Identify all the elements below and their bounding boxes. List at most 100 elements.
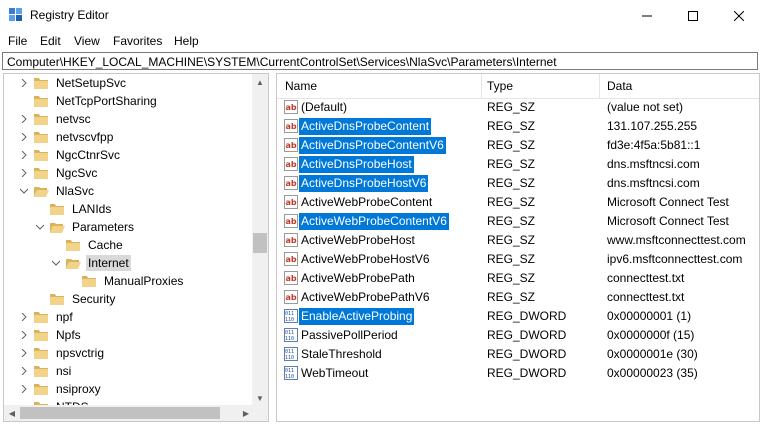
menu-help[interactable]: Help	[174, 34, 199, 48]
tree-vertical-scrollbar[interactable]: ▲ ▼	[252, 74, 268, 406]
value-row[interactable]: 011 110 WebTimeout REG_DWORD 0x00000023 (35)	[277, 364, 759, 383]
tree-vertical-thumb[interactable]	[253, 233, 267, 253]
string-value-icon: ab	[284, 290, 298, 304]
tree-item[interactable]: nsiproxy	[18, 380, 103, 398]
value-name: ActiveDnsProbeContent	[299, 118, 432, 135]
maximize-button[interactable]	[670, 0, 716, 31]
value-row[interactable]: ab ActiveWebProbePath REG_SZ connecttest.tx…	[277, 269, 759, 288]
tree-item[interactable]: npsvctrig	[18, 344, 106, 362]
chevron-right-icon[interactable]	[18, 344, 30, 362]
value-type: REG_SZ	[487, 176, 536, 190]
tree-item-label: NetSetupSvc	[56, 76, 127, 90]
column-type-header[interactable]: Type	[487, 79, 513, 93]
menu-favorites[interactable]: Favorites	[113, 34, 162, 48]
value-row[interactable]: ab ActiveWebProbeContentV6 REG_SZ Microsoft…	[277, 212, 759, 231]
tree-item[interactable]: npf	[18, 308, 75, 326]
title-bar: Registry Editor	[0, 0, 762, 31]
tree-item-label: LANIds	[72, 202, 112, 216]
scroll-up-icon[interactable]: ▲	[252, 74, 268, 90]
close-button[interactable]	[716, 0, 762, 31]
menu-edit[interactable]: Edit	[40, 34, 61, 48]
value-name: ActiveWebProbeContent	[301, 195, 433, 209]
string-value-icon: ab	[284, 100, 298, 114]
string-value-icon: ab	[284, 138, 298, 152]
tree-horizontal-scrollbar[interactable]: ◀ ▶	[4, 405, 254, 421]
value-row[interactable]: ab ActiveWebProbePathV6 REG_SZ connecttest.…	[277, 288, 759, 307]
registry-editor-icon	[9, 8, 22, 21]
tree-item[interactable]: NgcCtnrSvc	[18, 146, 122, 164]
tree-item-label: Npfs	[56, 328, 81, 342]
value-row[interactable]: ab ActiveWebProbeContent REG_SZ Microsoft C…	[277, 193, 759, 212]
tree-item[interactable]: Parameters	[34, 218, 136, 236]
value-row[interactable]: 011 110 EnableActiveProbing REG_DWORD 0x0000…	[277, 307, 759, 326]
tree-item[interactable]: NetSetupSvc	[18, 74, 128, 92]
scroll-left-icon[interactable]: ◀	[4, 405, 20, 421]
tree-item[interactable]: Internet	[50, 254, 131, 272]
value-type: REG_SZ	[487, 233, 536, 247]
chevron-right-icon[interactable]	[18, 164, 30, 182]
tree-item[interactable]: NgcSvc	[18, 164, 99, 182]
chevron-right-icon[interactable]	[18, 74, 30, 92]
value-row[interactable]: 011 110 StaleThreshold REG_DWORD 0x0000001e …	[277, 345, 759, 364]
menu-file[interactable]: File	[8, 34, 27, 48]
svg-text:ab: ab	[286, 179, 297, 188]
tree-item[interactable]: netvscvfpp	[18, 128, 115, 146]
tree-item[interactable]: Npfs	[18, 326, 83, 344]
value-row[interactable]: ab ActiveDnsProbeContentV6 REG_SZ fd3e:4f5a…	[277, 136, 759, 155]
value-row[interactable]: ab ActiveDnsProbeHost REG_SZ dns.msftncsi.c…	[277, 155, 759, 174]
value-row[interactable]: ab ActiveWebProbeHostV6 REG_SZ ipv6.msftcon…	[277, 250, 759, 269]
folder-icon	[82, 275, 96, 287]
column-name-header[interactable]: Name	[285, 79, 317, 93]
column-divider[interactable]	[481, 74, 482, 98]
value-data: Microsoft Connect Test	[607, 195, 729, 209]
value-row[interactable]: ab ActiveDnsProbeContent REG_SZ 131.107.255…	[277, 117, 759, 136]
svg-text:ab: ab	[286, 217, 297, 226]
string-value-icon: ab	[284, 176, 298, 190]
address-bar[interactable]: Computer\HKEY_LOCAL_MACHINE\SYSTEM\Curre…	[2, 52, 758, 70]
value-type: REG_SZ	[487, 119, 536, 133]
chevron-right-icon[interactable]	[18, 362, 30, 380]
value-data: dns.msftncsi.com	[607, 176, 700, 190]
tree-item-label: NgcCtnrSvc	[56, 148, 121, 162]
tree-item[interactable]: NlaSvc	[18, 182, 96, 200]
chevron-right-icon[interactable]	[18, 380, 30, 398]
chevron-right-icon[interactable]	[18, 326, 30, 344]
value-row[interactable]: ab ActiveWebProbeHost REG_SZ www.msftconnec…	[277, 231, 759, 250]
chevron-right-icon[interactable]	[18, 110, 30, 128]
chevron-right-icon[interactable]	[18, 308, 30, 326]
tree-item[interactable]: ManualProxies	[66, 272, 185, 290]
chevron-right-icon[interactable]	[18, 146, 30, 164]
key-tree[interactable]: NetSetupSvc NetTcpPortSharing netvsc netvsc…	[3, 73, 269, 422]
folder-icon	[34, 311, 48, 323]
values-header: Name Type Data	[277, 74, 759, 99]
tree-item[interactable]: Security	[34, 290, 117, 308]
chevron-down-icon[interactable]	[18, 182, 30, 200]
minimize-icon	[642, 15, 652, 16]
tree-item[interactable]: nsi	[18, 362, 73, 380]
column-data-header[interactable]: Data	[607, 79, 632, 93]
minimize-button[interactable]	[624, 0, 670, 31]
tree-horizontal-thumb[interactable]	[20, 407, 220, 419]
tree-item[interactable]: NetTcpPortSharing	[18, 92, 159, 110]
value-row[interactable]: ab ActiveDnsProbeHostV6 REG_SZ dns.msftncsi…	[277, 174, 759, 193]
column-divider[interactable]	[599, 74, 600, 98]
scroll-down-icon[interactable]: ▼	[252, 390, 268, 406]
chevron-down-icon[interactable]	[50, 254, 62, 272]
value-name: PassivePollPeriod	[301, 328, 398, 342]
svg-text:ab: ab	[286, 236, 297, 245]
value-row[interactable]: ab (Default) REG_SZ (value not set)	[277, 98, 759, 117]
svg-text:110: 110	[285, 355, 294, 361]
svg-text:ab: ab	[286, 122, 297, 131]
tree-item[interactable]: Cache	[50, 236, 125, 254]
tree-item[interactable]: netvsc	[18, 110, 93, 128]
tree-item[interactable]: LANIds	[34, 200, 113, 218]
menu-view[interactable]: View	[74, 34, 100, 48]
chevron-right-icon[interactable]	[18, 128, 30, 146]
svg-text:ab: ab	[286, 160, 297, 169]
chevron-down-icon[interactable]	[34, 218, 46, 236]
value-row[interactable]: 011 110 PassivePollPeriod REG_DWORD 0x000000…	[277, 326, 759, 345]
values-list[interactable]: Name Type Data ab (Default) REG_SZ (value n…	[276, 73, 760, 422]
tree-item-label: NlaSvc	[56, 184, 95, 198]
